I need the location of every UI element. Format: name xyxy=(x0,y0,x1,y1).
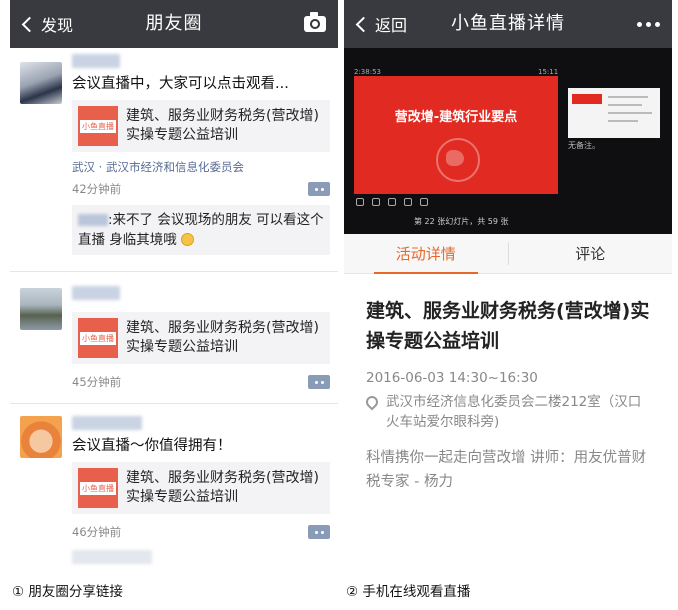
moments-screen: 发现 朋友圈 会议直播中，大家可以点击观看... 小鱼直播 建筑、服务业财务税务… xyxy=(10,0,338,575)
post-text: 会议直播～你值得拥有！ xyxy=(72,438,232,454)
slide-counter: 第 22 张幻灯片，共 59 张 xyxy=(414,217,509,226)
event-title: 建筑、服务业财务税务(营改增)实操专题公益培训 xyxy=(366,300,650,352)
camera-icon xyxy=(304,12,326,32)
link-title: 建筑、服务业财务税务(营改增)实操专题公益培训 xyxy=(126,108,319,143)
avatar[interactable] xyxy=(20,288,62,330)
shared-link-card[interactable]: 小鱼直播 建筑、服务业财务税务(营改增)实操专题公益培训 xyxy=(72,462,330,514)
moment-post: 小鱼直播 建筑、服务业财务税务(营改增)实操专题公益培训 45分钟前 xyxy=(10,272,338,404)
tab-comments[interactable]: 评论 xyxy=(509,234,673,273)
post-time: 42分钟前 xyxy=(72,182,122,196)
more-menu-button[interactable] xyxy=(637,0,660,48)
post-text: 会议直播中，大家可以点击观看... xyxy=(72,76,289,92)
moment-post: 会议直播中，大家可以点击观看... 小鱼直播 建筑、服务业财务税务(营改增)实操… xyxy=(10,54,338,272)
event-description: 科情携你一起走向营改增 讲师：用友优普财税专家 - 杨力 xyxy=(366,450,647,490)
smile-emoji-icon xyxy=(181,233,195,246)
post-location[interactable]: 武汉 · 武汉市经济和信息化委员会 xyxy=(72,159,330,175)
like-list[interactable] xyxy=(72,550,152,564)
comment-menu-button[interactable] xyxy=(308,182,330,196)
commenter-name[interactable] xyxy=(78,214,108,226)
link-thumbnail: 小鱼直播 xyxy=(78,468,118,508)
user-name[interactable] xyxy=(72,54,120,68)
camera-button[interactable] xyxy=(304,0,326,48)
link-title: 建筑、服务业财务税务(营改增)实操专题公益培训 xyxy=(126,470,319,505)
shared-link-card[interactable]: 小鱼直播 建筑、服务业财务税务(营改增)实操专题公益培训 xyxy=(72,312,330,364)
shared-link-card[interactable]: 小鱼直播 建筑、服务业财务税务(营改增)实操专题公益培训 xyxy=(72,100,330,152)
live-video-player[interactable]: 2:38:53 15:11 营改增-建筑行业要点 无备注。 第 22 张幻灯片，… xyxy=(344,48,672,234)
post-time: 46分钟前 xyxy=(72,525,122,539)
page-title: 小鱼直播详情 xyxy=(451,13,565,34)
live-detail-screen: 返回 小鱼直播详情 2:38:53 15:11 营改增-建筑行业要点 无备注。 … xyxy=(344,0,672,575)
live-navbar: 返回 小鱼直播详情 xyxy=(344,0,672,48)
elapsed-time: 2:38:53 xyxy=(354,68,381,76)
slide-notes: 无备注。 xyxy=(568,141,600,150)
moments-navbar: 发现 朋友圈 xyxy=(10,0,338,48)
more-icon xyxy=(637,21,660,27)
event-location[interactable]: 武汉市经济信息化委员会二楼212室（汉口火车站爱尔眼科旁) xyxy=(344,386,672,432)
globe-icon xyxy=(436,138,480,182)
location-pin-icon xyxy=(363,393,381,411)
caption-right: ② 手机在线观看直播 xyxy=(346,584,471,600)
moment-post: 会议直播～你值得拥有！ 小鱼直播 建筑、服务业财务税务(营改增)实操专题公益培训… xyxy=(10,404,338,575)
current-slide: 营改增-建筑行业要点 xyxy=(354,76,558,194)
slide-title: 营改增-建筑行业要点 xyxy=(394,110,518,125)
comment-menu-button[interactable] xyxy=(308,375,330,389)
caption-left: ① 朋友圈分享链接 xyxy=(12,584,123,600)
tab-activity-details[interactable]: 活动详情 xyxy=(344,234,508,274)
comment-menu-button[interactable] xyxy=(308,525,330,539)
clock-time: 15:11 xyxy=(538,68,559,76)
event-location-text: 武汉市经济信息化委员会二楼212室（汉口火车站爱尔眼科旁) xyxy=(386,394,642,430)
presenter-controls[interactable] xyxy=(356,198,428,206)
comment-text: :来不了 会议现场的朋友 可以看这个直播 身临其境哦 xyxy=(78,212,324,248)
user-name[interactable] xyxy=(72,286,120,300)
page-title: 朋友圈 xyxy=(145,13,203,34)
detail-tabs: 活动详情 评论 xyxy=(344,234,672,274)
link-thumbnail: 小鱼直播 xyxy=(78,318,118,358)
post-time: 45分钟前 xyxy=(72,375,122,389)
link-title: 建筑、服务业财务税务(营改增)实操专题公益培训 xyxy=(126,320,319,355)
event-time: 2016-06-03 14:30~16:30 xyxy=(366,370,538,386)
user-name[interactable] xyxy=(72,416,142,430)
avatar[interactable] xyxy=(20,416,62,458)
avatar[interactable] xyxy=(20,62,62,104)
link-thumbnail: 小鱼直播 xyxy=(78,106,118,146)
comment[interactable]: :来不了 会议现场的朋友 可以看这个直播 身临其境哦 xyxy=(72,205,330,255)
next-slide-preview xyxy=(568,88,660,138)
